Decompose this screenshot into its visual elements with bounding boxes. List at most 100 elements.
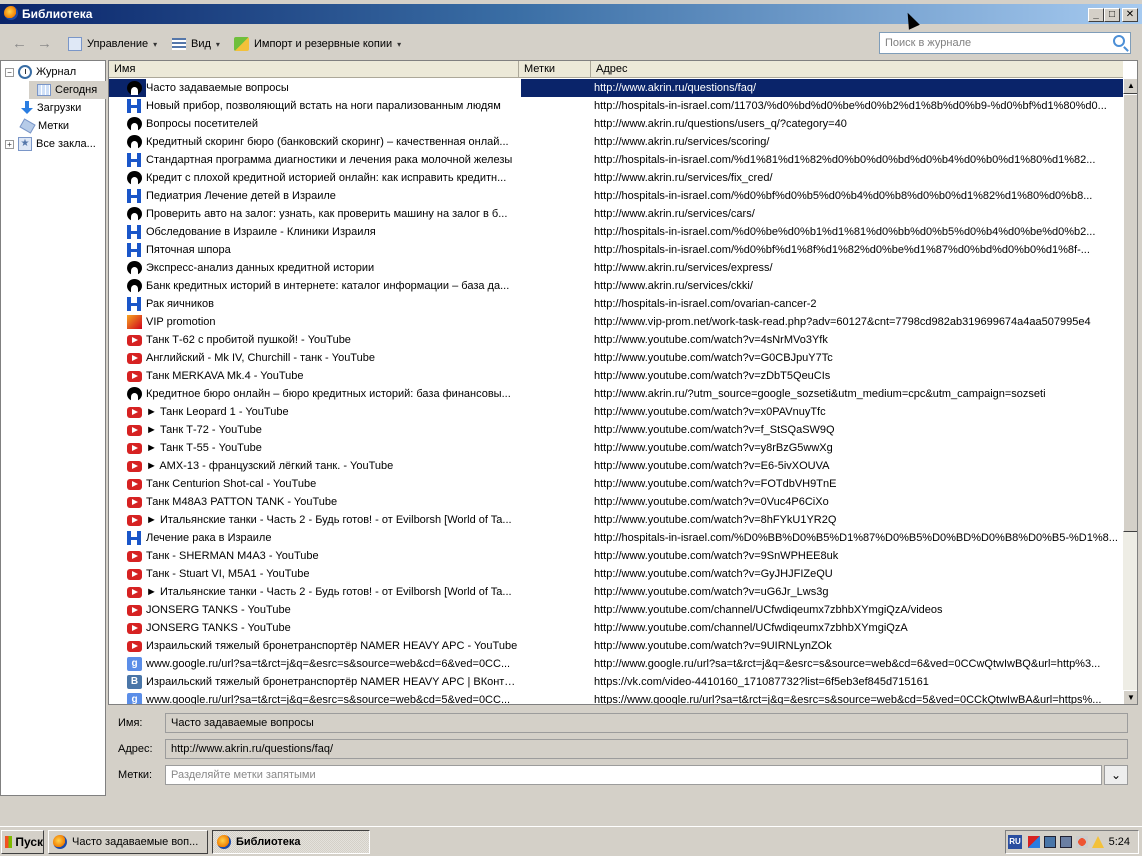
maximize-button[interactable]: □ (1104, 8, 1120, 22)
search-input[interactable]: Поиск в журнале (879, 32, 1131, 54)
sidebar-item-downloads[interactable]: Загрузки (21, 99, 81, 117)
table-row[interactable]: Банк кредитных историй в интернете: ката… (109, 277, 1123, 295)
column-header-address[interactable]: Адрес (591, 61, 1123, 78)
sidebar-item-all-bookmarks[interactable]: + ★ Все закла... (5, 135, 96, 153)
row-url: http://www.akrin.ru/services/fix_cred/ (594, 172, 773, 184)
table-row[interactable]: Часто задаваемые вопросы http://www.akrin… (109, 79, 1123, 97)
language-indicator[interactable]: RU (1008, 835, 1022, 849)
forward-arrow-icon[interactable]: → (37, 36, 52, 52)
sidebar-item-tags[interactable]: Метки (19, 117, 69, 135)
table-row[interactable]: ► Танк Т-55 - YouTube http://www.youtube.… (109, 439, 1123, 457)
title-bar: Библиотека _ □ ✕ (0, 0, 1142, 30)
vertical-scrollbar[interactable]: ▲ ▼ (1123, 78, 1137, 704)
row-url: https://www.google.ru/url?sa=t&rct=j&q=&… (594, 694, 1102, 705)
taskbar-item-library[interactable]: Библиотека (212, 830, 370, 854)
row-url: https://vk.com/video-4410160_171087732?l… (594, 676, 929, 688)
table-row[interactable]: ► Итальянские танки - Часть 2 - Будь гот… (109, 511, 1123, 529)
table-row[interactable]: ► Итальянские танки - Часть 2 - Будь гот… (109, 583, 1123, 601)
network-icon[interactable] (1044, 836, 1056, 848)
column-header-name[interactable]: Имя (109, 61, 519, 78)
row-url: http://www.youtube.com/watch?v=0Vuc4P6Ci… (594, 496, 829, 508)
tray-app-icon[interactable] (1028, 836, 1040, 848)
name-field[interactable]: Часто задаваемые вопросы (165, 713, 1128, 733)
warning-icon[interactable] (1092, 836, 1104, 848)
collapse-icon[interactable]: − (5, 67, 14, 77)
table-row[interactable]: Английский - Mk IV, Churchill - танк - Y… (109, 349, 1123, 367)
table-row[interactable]: Танк MERKAVA Mk.4 - YouTube http://www.yo… (109, 367, 1123, 385)
table-row[interactable]: Вопросы посетителей http://www.akrin.ru/q… (109, 115, 1123, 133)
table-row[interactable]: Проверить авто на залог: узнать, как про… (109, 205, 1123, 223)
sidebar-item-label: Журнал (36, 66, 77, 78)
table-row[interactable]: Кредитное бюро онлайн – бюро кредитных и… (109, 385, 1123, 403)
minimize-button[interactable]: _ (1088, 8, 1104, 22)
youtube-favicon-icon (127, 425, 142, 436)
table-row[interactable]: Стандартная программа диагностики и лече… (109, 151, 1123, 169)
table-row[interactable]: g www.google.ru/url?sa=t&rct=j&q=&esrc=s&… (109, 655, 1123, 673)
network-icon[interactable] (1060, 836, 1072, 848)
scroll-thumb[interactable] (1123, 94, 1137, 532)
hospitals-favicon-icon (127, 189, 142, 203)
table-row[interactable]: Танк - Stuart VI, M5A1 - YouTube http://w… (109, 565, 1123, 583)
row-url: http://www.akrin.ru/?utm_source=google_s… (594, 388, 1046, 400)
table-row[interactable]: Обследование в Израиле - Клиники Израиля… (109, 223, 1123, 241)
table-row[interactable]: Лечение рака в Израиле http://hospitals-i… (109, 529, 1123, 547)
back-arrow-icon[interactable]: ← (12, 36, 27, 52)
view-menu-button[interactable]: Вид ▾ (172, 36, 220, 52)
row-url: http://www.youtube.com/watch?v=zDbT5QeuC… (594, 370, 831, 382)
column-header-tags[interactable]: Метки (519, 61, 591, 78)
row-url: http://www.youtube.com/watch?v=G0CBJpuY7… (594, 352, 833, 364)
youtube-favicon-icon (127, 623, 142, 634)
table-body: Часто задаваемые вопросы http://www.akrin… (109, 79, 1123, 705)
tags-dropdown-button[interactable]: ⌄ (1104, 765, 1128, 785)
youtube-favicon-icon (127, 461, 142, 472)
window-title: Библиотека (22, 7, 93, 21)
table-row[interactable]: Танк - SHERMAN M4A3 - YouTube http://www.… (109, 547, 1123, 565)
table-row[interactable]: Танк Centurion Shot-cal - YouTube http://… (109, 475, 1123, 493)
address-field[interactable]: http://www.akrin.ru/questions/faq/ (165, 739, 1128, 759)
row-title: JONSERG TANKS - YouTube (146, 604, 291, 616)
sidebar-item-label: Загрузки (37, 102, 82, 114)
table-row[interactable]: Танк M48A3 PATTON TANK - YouTube http://w… (109, 493, 1123, 511)
import-backup-menu-button[interactable]: Импорт и резервные копии ▾ (234, 36, 401, 52)
table-row[interactable]: B Израильский тяжелый бронетранспортёр NA… (109, 673, 1123, 691)
organize-icon (68, 37, 82, 51)
hospitals-favicon-icon (127, 297, 142, 311)
table-row[interactable]: g www.google.ru/url?sa=t&rct=j&q=&esrc=s&… (109, 691, 1123, 705)
row-title: ► AMX-13 - французский лёгкий танк. - Yo… (146, 460, 394, 472)
table-row[interactable]: JONSERG TANKS - YouTube http://www.youtub… (109, 619, 1123, 637)
row-title: Израильский тяжелый бронетранспортёр NAM… (146, 640, 518, 652)
table-row[interactable]: Новый прибор, позволяющий встать на ноги… (109, 97, 1123, 115)
table-row[interactable]: Кредитный скоринг бюро (банковский скори… (109, 133, 1123, 151)
row-title: ► Танк Т-55 - YouTube (146, 442, 262, 454)
table-row[interactable]: ► Танк Т-72 - YouTube http://www.youtube.… (109, 421, 1123, 439)
scroll-down-button[interactable]: ▼ (1123, 690, 1137, 704)
akrin-favicon-icon (127, 135, 142, 149)
sidebar-item-today[interactable]: Сегодня (29, 81, 106, 99)
table-row[interactable]: Экспресс-анализ данных кредитной истории… (109, 259, 1123, 277)
manage-menu-button[interactable]: Управление ▾ (68, 36, 157, 52)
expand-icon[interactable]: + (5, 139, 14, 149)
table-row[interactable]: VIP promotion http://www.vip-prom.net/wor… (109, 313, 1123, 331)
table-row[interactable]: Рак яичников http://hospitals-in-israel.c… (109, 295, 1123, 313)
hospitals-favicon-icon (127, 99, 142, 113)
akrin-favicon-icon (127, 279, 142, 293)
table-row[interactable]: ► Танк Leopard 1 - YouTube http://www.you… (109, 403, 1123, 421)
table-row[interactable]: ► AMX-13 - французский лёгкий танк. - Yo… (109, 457, 1123, 475)
table-row[interactable]: Израильский тяжелый бронетранспортёр NAM… (109, 637, 1123, 655)
table-row[interactable]: JONSERG TANKS - YouTube http://www.youtub… (109, 601, 1123, 619)
scroll-up-button[interactable]: ▲ (1123, 78, 1137, 94)
table-row[interactable]: Педиатрия Лечение детей в Израиле http://… (109, 187, 1123, 205)
tags-input[interactable]: Разделяйте метки запятыми (165, 765, 1102, 785)
volume-muted-icon[interactable] (1076, 836, 1088, 848)
row-title: Танк - Stuart VI, M5A1 - YouTube (146, 568, 310, 580)
sidebar-item-history[interactable]: − Журнал (5, 63, 76, 81)
taskbar-item-firefox-faq[interactable]: Часто задаваемые воп... (48, 830, 208, 854)
start-button[interactable]: Пуск (1, 830, 44, 854)
search-icon[interactable] (1113, 35, 1125, 47)
row-title: Новый прибор, позволяющий встать на ноги… (146, 100, 501, 112)
table-row[interactable]: Кредит с плохой кредитной историей онлай… (109, 169, 1123, 187)
close-button[interactable]: ✕ (1122, 8, 1138, 22)
start-label: Пуск (15, 835, 43, 849)
table-row[interactable]: Танк Т-62 с пробитой пушкой! - YouTube ht… (109, 331, 1123, 349)
table-row[interactable]: Пяточная шпора http://hospitals-in-israel… (109, 241, 1123, 259)
